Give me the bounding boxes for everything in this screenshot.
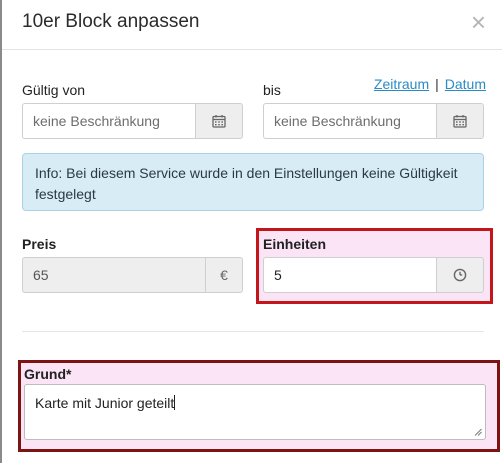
close-icon[interactable]: ×: [471, 9, 486, 35]
valid-from-calendar-button[interactable]: [195, 103, 243, 139]
calendar-icon: [453, 115, 467, 128]
dialog-header: 10er Block anpassen ×: [2, 0, 502, 50]
price-label: Preis: [22, 236, 57, 252]
valid-from-group: keine Beschränkung: [22, 103, 243, 139]
dialog-title: 10er Block anpassen: [22, 11, 200, 32]
price-input: 65: [22, 257, 205, 293]
link-separator: |: [435, 76, 439, 92]
info-alert: Info: Bei diesem Service wurde in den Ei…: [22, 153, 484, 211]
valid-from-input[interactable]: keine Beschränkung: [22, 103, 195, 139]
reason-highlight-frame: [18, 360, 500, 452]
valid-from-label: Gültig von: [22, 82, 86, 98]
valid-to-calendar-button[interactable]: [436, 103, 484, 139]
calendar-icon: [212, 115, 226, 128]
edit-block-dialog: 10er Block anpassen × Gültig von bis Zei…: [2, 0, 502, 463]
euro-icon: €: [205, 257, 243, 293]
zeitraum-link[interactable]: Zeitraum: [374, 76, 429, 92]
valid-to-label: bis: [263, 82, 281, 98]
section-divider: [22, 331, 484, 332]
valid-to-group: keine Beschränkung: [263, 103, 484, 139]
valid-to-input[interactable]: keine Beschränkung: [263, 103, 436, 139]
validity-mode-links: Zeitraum | Datum: [374, 76, 486, 92]
datum-link[interactable]: Datum: [445, 76, 486, 92]
price-group: 65 €: [22, 257, 243, 293]
units-highlight-frame: [256, 228, 493, 304]
